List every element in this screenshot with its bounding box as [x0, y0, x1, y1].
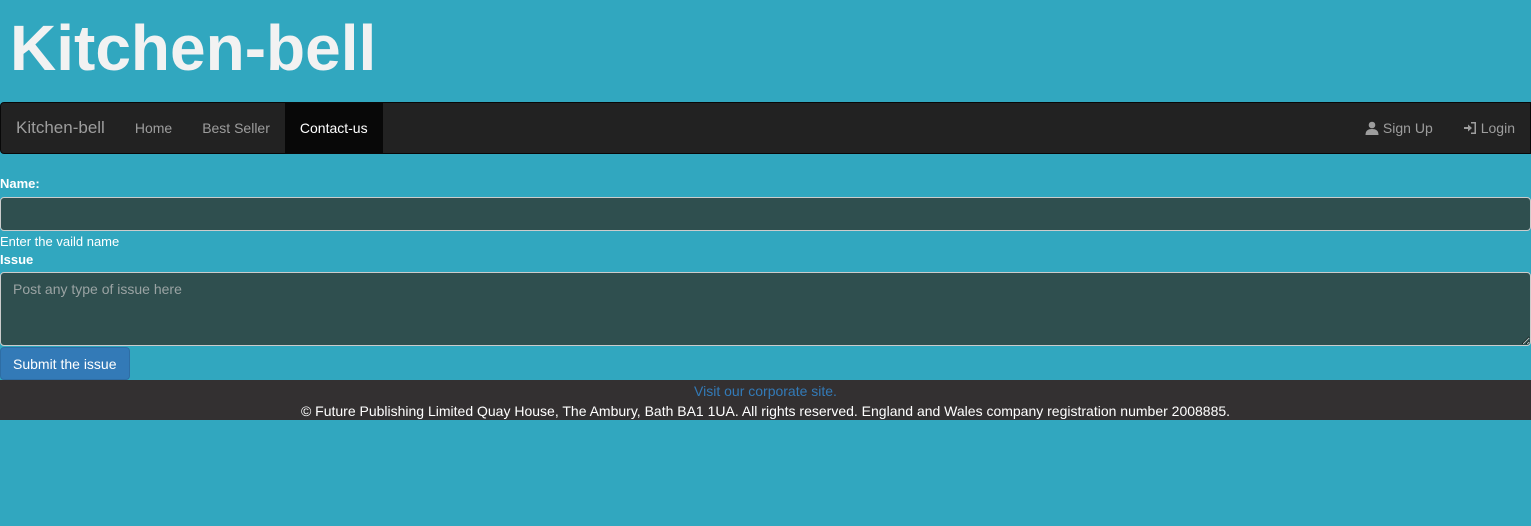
nav-item-best-seller[interactable]: Best Seller — [187, 103, 285, 153]
login-label: Login — [1480, 120, 1515, 136]
footer: Visit our corporate site. © Future Publi… — [0, 380, 1531, 420]
corporate-site-link[interactable]: Visit our corporate site. — [0, 382, 1531, 400]
nav-item-label: Best Seller — [202, 120, 270, 136]
nav-item-home[interactable]: Home — [120, 103, 187, 153]
site-title: Kitchen-bell — [10, 12, 377, 84]
login-icon — [1463, 121, 1477, 135]
name-label: Name: — [0, 176, 40, 191]
nav-menu: Home Best Seller Contact-us — [120, 103, 383, 153]
issue-label: Issue — [0, 252, 34, 267]
copyright-text: © Future Publishing Limited Quay House, … — [300, 403, 1231, 419]
submit-issue-button[interactable]: Submit the issue — [0, 347, 130, 380]
issue-textarea[interactable] — [0, 272, 1531, 346]
user-icon — [1365, 121, 1379, 135]
navbar-brand[interactable]: Kitchen-bell — [1, 103, 120, 153]
nav-account-menu: Sign Up Login — [1350, 103, 1530, 153]
name-hint: Enter the vaild name — [0, 234, 120, 249]
name-input[interactable] — [0, 197, 1531, 231]
login-link[interactable]: Login — [1448, 103, 1530, 153]
sign-up-label: Sign Up — [1382, 120, 1433, 136]
nav-item-label: Contact-us — [299, 120, 368, 136]
sign-up-link[interactable]: Sign Up — [1350, 103, 1448, 153]
nav-item-label: Home — [134, 120, 173, 136]
navbar: Kitchen-bell Home Best Seller Contact-us… — [0, 102, 1531, 154]
contact-form: Name: Enter the vaild name Issue Submit … — [0, 154, 1531, 380]
nav-item-contact-us[interactable]: Contact-us — [284, 103, 383, 153]
